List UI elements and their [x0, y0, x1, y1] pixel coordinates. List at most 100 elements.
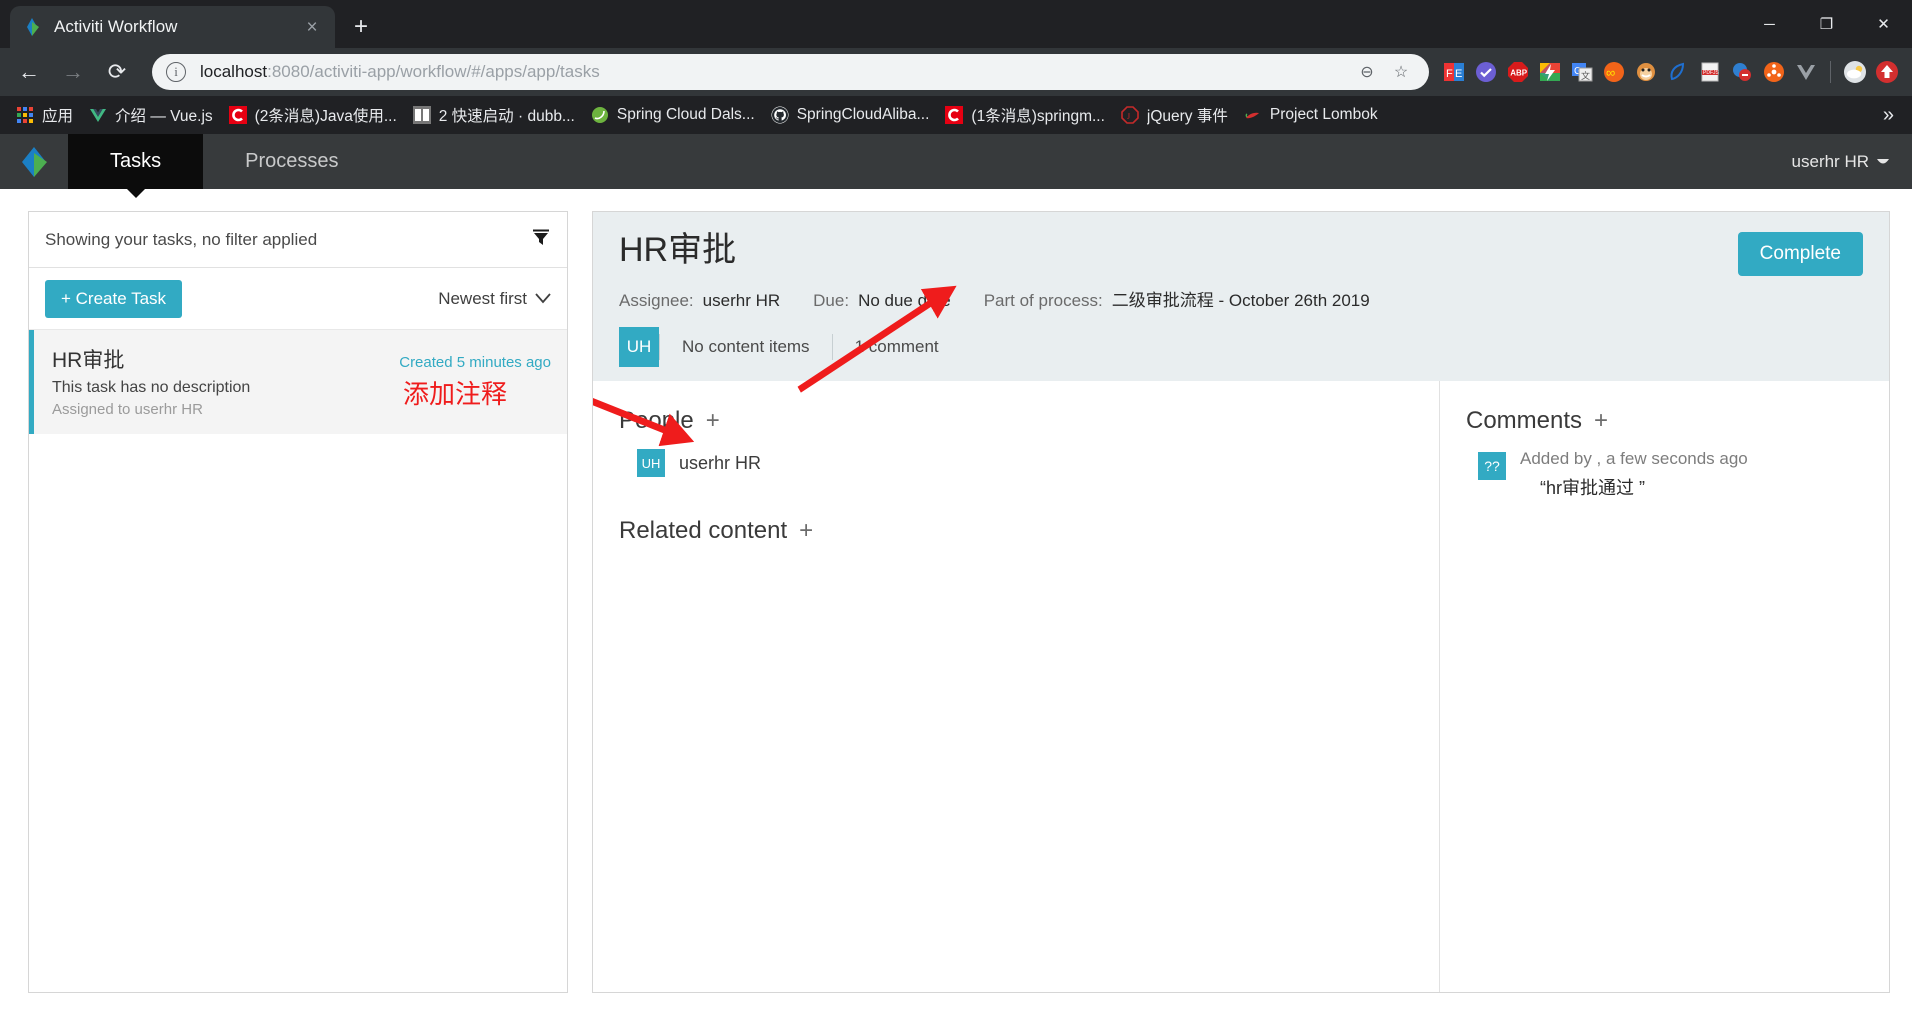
bookmark-label: Project Lombok	[1269, 106, 1378, 123]
chevron-down-icon	[535, 289, 551, 309]
bookmark-item[interactable]: (2条消息)Java使用...	[221, 100, 405, 130]
pdf-js-icon[interactable]: PDFJS	[1695, 57, 1725, 87]
csdn-icon	[945, 106, 964, 124]
leaf-pen-icon[interactable]	[1663, 57, 1693, 87]
bookmark-item[interactable]: Spring Cloud Dals...	[583, 102, 763, 128]
molecule-icon[interactable]	[1759, 57, 1789, 87]
task-detail-left-panel: People + UH userhr HR Related content +	[593, 381, 1439, 992]
toolbar-divider	[1830, 61, 1831, 83]
task-list-panel: Showing your tasks, no filter applied + …	[28, 211, 568, 993]
sort-dropdown[interactable]: Newest first	[438, 289, 551, 309]
activiti-logo[interactable]	[0, 134, 68, 189]
weather-icon[interactable]	[1840, 57, 1870, 87]
comment-text: “hr审批通过 ”	[1540, 478, 1645, 498]
activiti-app: Tasks Processes userhr HR Showing your t…	[0, 134, 1912, 1015]
comment-meta: Added by , a few seconds ago	[1520, 449, 1748, 468]
bookmark-label: 应用	[42, 108, 74, 125]
vue-icon	[89, 106, 107, 124]
svg-text:ABP: ABP	[1510, 69, 1528, 78]
back-icon[interactable]: ←	[10, 53, 48, 91]
address-bar[interactable]: i localhost:8080/activiti-app/workflow/#…	[152, 54, 1429, 90]
add-related-content-icon[interactable]: +	[799, 519, 813, 543]
avatar: UH	[619, 327, 659, 367]
task-title-row: HR审批 Complete	[619, 231, 1863, 276]
svg-text:J: J	[1127, 112, 1130, 121]
site-info-icon[interactable]: i	[166, 62, 186, 82]
extension-toolbar: FE ABP G文 ∞ PDFJS	[1439, 57, 1902, 87]
vue-devtools-icon[interactable]	[1791, 57, 1821, 87]
url-text: localhost:8080/activiti-app/workflow/#/a…	[200, 62, 1347, 82]
block-icon[interactable]	[1727, 57, 1757, 87]
url-host: localhost	[200, 62, 268, 81]
github-icon	[771, 106, 789, 124]
window-controls: ─ ❐ ✕	[1741, 0, 1912, 48]
page-title: HR审批	[619, 231, 737, 269]
tab-tasks[interactable]: Tasks	[68, 134, 204, 189]
task-meta: Assignee: userhr HR Due: No due date Par…	[619, 286, 1863, 311]
svg-text:文: 文	[1581, 70, 1590, 81]
task-item-name: HR审批	[52, 349, 125, 372]
bookmark-item[interactable]: 应用	[8, 100, 81, 130]
related-content-title: Related content	[619, 517, 788, 544]
new-tab-button[interactable]: +	[343, 9, 379, 45]
add-comment-icon[interactable]: +	[1594, 409, 1608, 433]
monkey-icon[interactable]	[1631, 57, 1661, 87]
svg-text:E: E	[1455, 68, 1462, 80]
person-row[interactable]: UH userhr HR	[637, 449, 1413, 477]
svg-text:∞: ∞	[1606, 65, 1615, 80]
forward-icon[interactable]: →	[54, 53, 92, 91]
flash-icon[interactable]	[1535, 57, 1565, 87]
bookmark-item[interactable]: Project Lombok	[1236, 102, 1386, 128]
process-value: 二级审批流程 - October 26th 2019	[1111, 291, 1370, 310]
task-list-item[interactable]: HR审批 Created 5 minutes ago This task has…	[29, 330, 567, 434]
browser-toolbar: ← → ⟳ i localhost:8080/activiti-app/work…	[0, 48, 1912, 96]
create-task-button[interactable]: + Create Task	[45, 279, 183, 318]
lombok-icon	[1244, 106, 1262, 124]
comments-tab[interactable]: 1 comment	[831, 334, 961, 360]
content-items-tab[interactable]: No content items	[659, 334, 832, 360]
reload-icon[interactable]: ⟳	[98, 53, 136, 91]
google-translate-icon[interactable]: G文	[1567, 57, 1597, 87]
bookmark-label: 介绍 — Vue.js	[115, 108, 213, 125]
user-menu[interactable]: userhr HR	[1792, 134, 1912, 189]
funnel-icon[interactable]	[531, 227, 551, 253]
csdn-icon	[228, 106, 247, 124]
add-person-icon[interactable]: +	[706, 409, 720, 433]
infinity-icon[interactable]: ∞	[1599, 57, 1629, 87]
comment-item: ?? Added by , a few seconds ago “hr审批通过 …	[1478, 449, 1863, 500]
app-navbar: Tasks Processes userhr HR	[0, 134, 1912, 189]
browser-tab[interactable]: Activiti Workflow ×	[10, 6, 335, 48]
people-section-header: People +	[619, 407, 1413, 435]
browser-window: Activiti Workflow × + ─ ❐ ✕ ← → ⟳ i loca…	[0, 0, 1912, 1015]
check-circle-icon[interactable]	[1471, 57, 1501, 87]
bookmark-item[interactable]: 介绍 — Vue.js	[81, 100, 221, 130]
minimize-icon[interactable]: ─	[1741, 0, 1798, 48]
fe-helper-icon[interactable]: FE	[1439, 57, 1469, 87]
adblock-plus-icon[interactable]: ABP	[1503, 57, 1533, 87]
bookmark-item[interactable]: SpringCloudAliba...	[763, 102, 938, 128]
bookmark-item[interactable]: 2 快速启动 · dubb...	[405, 100, 583, 130]
bookmark-label: (2条消息)Java使用...	[254, 108, 397, 125]
maximize-icon[interactable]: ❐	[1798, 0, 1855, 48]
bookmarks-overflow-icon[interactable]: »	[1873, 104, 1904, 127]
bookmark-item[interactable]: (1条消息)springm...	[937, 100, 1113, 130]
bookmark-label: (1条消息)springm...	[971, 108, 1105, 125]
comments-title: Comments	[1466, 407, 1583, 434]
task-item-created: Created 5 minutes ago	[399, 354, 551, 371]
complete-button[interactable]: Complete	[1737, 232, 1863, 276]
window-close-icon[interactable]: ✕	[1855, 0, 1912, 48]
bookmark-item[interactable]: J jQuery 事件	[1113, 100, 1236, 130]
activiti-diamond-icon	[22, 17, 42, 37]
process-label: Part of process:	[983, 291, 1103, 310]
upload-arrow-icon[interactable]	[1872, 57, 1902, 87]
avatar: ??	[1478, 452, 1506, 480]
chevron-down-icon	[1876, 152, 1890, 172]
bookmark-star-icon[interactable]: ☆	[1387, 58, 1415, 86]
tab-processes[interactable]: Processes	[203, 134, 380, 189]
close-icon[interactable]: ×	[301, 16, 323, 38]
url-path: :8080/activiti-app/workflow/#/apps/app/t…	[267, 62, 600, 81]
search-icon[interactable]: ⊖	[1353, 58, 1381, 86]
comments-panel: Comments + ?? Added by , a few seconds a…	[1439, 381, 1889, 992]
svg-text:F: F	[1446, 68, 1453, 80]
